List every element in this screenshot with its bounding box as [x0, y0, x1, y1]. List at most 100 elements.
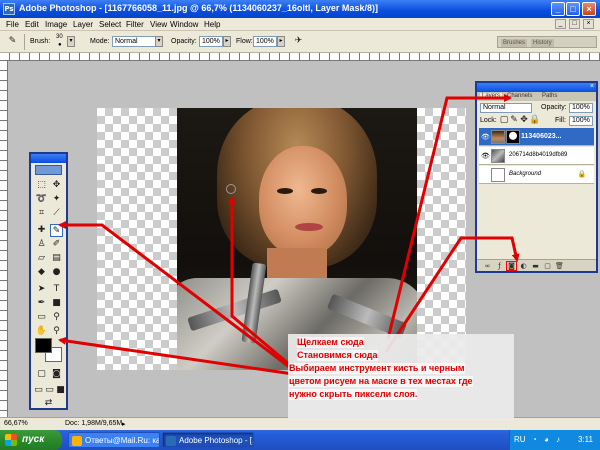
taskbar-item-browser[interactable]: Ответы@Mail.Ru: ка... [68, 432, 160, 448]
photoshop-task-icon [166, 436, 176, 446]
move-icon[interactable]: ✥ [50, 179, 63, 192]
airbrush-icon[interactable]: ✈ [292, 35, 305, 48]
dodge-icon[interactable]: ● [50, 266, 63, 279]
layer-style-icon[interactable]: ƒ [495, 262, 504, 270]
adjustment-layer-icon[interactable]: ◐ [519, 262, 528, 270]
new-group-icon[interactable]: ▬ [531, 262, 540, 270]
jump-to-imageready-icon[interactable]: ⇄ [42, 397, 55, 410]
screen-mode-standard-icon[interactable]: ▭ [33, 384, 44, 397]
lasso-icon[interactable]: ➰ [35, 193, 48, 206]
lock-pixels-icon[interactable]: ✎ [509, 114, 519, 127]
eraser-icon[interactable]: ▱ [35, 252, 48, 265]
menu-file[interactable]: File [6, 20, 19, 29]
brush-size[interactable]: 30 [56, 34, 63, 40]
menu-window[interactable]: Window [170, 20, 198, 29]
menu-image[interactable]: Image [45, 20, 67, 29]
standard-mode-icon[interactable]: ▢ [35, 368, 48, 381]
layer-mask-thumbnail[interactable] [506, 130, 520, 144]
visibility-eye-icon[interactable]: 👁 [481, 133, 490, 141]
tab-history[interactable]: History [531, 39, 554, 47]
brush-icon[interactable]: ✎ [50, 224, 63, 237]
volume-icon[interactable]: ♪ [556, 435, 560, 444]
brush-preset-icon[interactable]: ✎ [6, 35, 19, 48]
brush-dropdown-arrow[interactable]: ▾ [67, 36, 75, 47]
link-layers-icon[interactable]: ∞ [483, 262, 492, 270]
menu-view[interactable]: View [150, 20, 167, 29]
system-tray: RU ◔ ◕ ♪ 3:11 [509, 430, 600, 450]
delete-layer-icon[interactable]: 🗑 [555, 262, 564, 270]
ruler-vertical [0, 61, 8, 417]
zoom-level[interactable]: 66,67% [4, 420, 28, 427]
lock-transparency-icon[interactable]: ▢ [499, 114, 509, 127]
flow-input[interactable]: 100% [253, 36, 277, 47]
path-select-icon[interactable]: ➤ [35, 283, 48, 296]
close-button[interactable]: × [582, 2, 596, 16]
layers-panel-header[interactable]: × [477, 83, 596, 92]
hand-icon[interactable]: ✋ [35, 325, 48, 338]
doc-close-button[interactable]: × [583, 19, 594, 29]
lock-all-icon[interactable]: 🔒 [529, 114, 540, 127]
windows-logo-icon [5, 434, 17, 446]
menu-edit[interactable]: Edit [25, 20, 39, 29]
pen-icon[interactable]: ✒ [35, 297, 48, 310]
language-indicator[interactable]: RU [514, 435, 526, 444]
doc-size-info[interactable]: Doc: 1,98M/9,65M [65, 420, 122, 427]
tab-brushes[interactable]: Brushes [501, 39, 528, 47]
flow-slider-arrow[interactable]: ▸ [277, 36, 285, 47]
layer-row-robot[interactable]: 👁 206714d8b4019dfb89 [479, 147, 594, 165]
annotation-click-here: Щелкаем сюда [297, 337, 364, 348]
stamp-icon[interactable]: ♙ [35, 238, 48, 251]
menu-filter[interactable]: Filter [126, 20, 144, 29]
magic-wand-icon[interactable]: ✦ [50, 193, 63, 206]
brush-cursor [226, 184, 236, 194]
screen-mode-full-icon[interactable]: ■ [55, 384, 66, 397]
minimize-button[interactable]: _ [551, 2, 565, 16]
visibility-eye-icon[interactable]: 👁 [481, 152, 490, 160]
menu-select[interactable]: Select [99, 20, 121, 29]
opacity-slider-arrow[interactable]: ▸ [223, 36, 231, 47]
blend-mode-select[interactable]: Normal [480, 103, 532, 113]
marquee-icon[interactable]: ⬚ [35, 179, 48, 192]
foreground-color-swatch[interactable] [35, 338, 52, 353]
history-brush-icon[interactable]: ✐ [50, 238, 63, 251]
mode-dropdown-arrow[interactable]: ▾ [155, 36, 163, 47]
tray-icon[interactable]: ◕ [544, 435, 549, 444]
mode-select[interactable]: Normal [112, 36, 160, 47]
notes-icon[interactable]: ▭ [35, 311, 48, 324]
zoom-icon[interactable]: ⚲ [50, 325, 63, 338]
opacity-input[interactable]: 100% [199, 36, 223, 47]
menu-help[interactable]: Help [204, 20, 220, 29]
screen-mode-full-menu-icon[interactable]: ▭ [44, 384, 55, 397]
doc-restore-button[interactable]: □ [569, 19, 580, 29]
tools-palette-header[interactable] [31, 154, 66, 163]
tools-palette: ⬚ ✥ ➰ ✦ ⌗ ⟋ ✚ ✎ ♙ ✐ ▱ ▤ ◆ ● ➤ T ✒ ■ ▭ ⚲ … [29, 152, 68, 410]
crop-icon[interactable]: ⌗ [35, 207, 48, 220]
new-layer-icon[interactable]: ▢ [543, 262, 552, 270]
adobe-online-icon[interactable] [35, 165, 62, 175]
panel-close-icon[interactable]: × [590, 83, 594, 90]
layer-opacity-input[interactable]: 100% [569, 103, 593, 113]
taskbar-item-photoshop[interactable]: Adobe Photoshop - [... [162, 432, 254, 448]
menu-layer[interactable]: Layer [73, 20, 93, 29]
slice-icon[interactable]: ⟋ [50, 207, 63, 220]
gradient-icon[interactable]: ▤ [50, 252, 63, 265]
shape-icon[interactable]: ■ [50, 297, 63, 310]
type-icon[interactable]: T [50, 283, 63, 296]
eyedropper-icon[interactable]: ⚲ [50, 311, 63, 324]
status-arrow-icon[interactable]: ▸ [122, 420, 126, 428]
fill-input[interactable]: 100% [569, 116, 593, 126]
layer-row-mask[interactable]: 👁 113406023... [479, 128, 594, 146]
doc-minimize-button[interactable]: _ [555, 19, 566, 29]
maximize-button[interactable]: □ [566, 2, 580, 16]
healing-icon[interactable]: ✚ [35, 224, 48, 237]
quickmask-mode-icon[interactable]: ◙ [50, 368, 63, 381]
blur-icon[interactable]: ◆ [35, 266, 48, 279]
tab-channels[interactable]: Channels [505, 93, 534, 99]
start-button[interactable]: пуск [0, 430, 62, 450]
tab-paths[interactable]: Paths [540, 93, 559, 99]
lock-position-icon[interactable]: ✥ [519, 114, 529, 127]
tray-icon[interactable]: ◔ [532, 435, 537, 444]
layer-row-background[interactable]: Background 🔒 [479, 166, 594, 184]
tab-layers[interactable]: Layers [480, 93, 503, 99]
add-layer-mask-icon[interactable]: ◙ [506, 261, 517, 271]
